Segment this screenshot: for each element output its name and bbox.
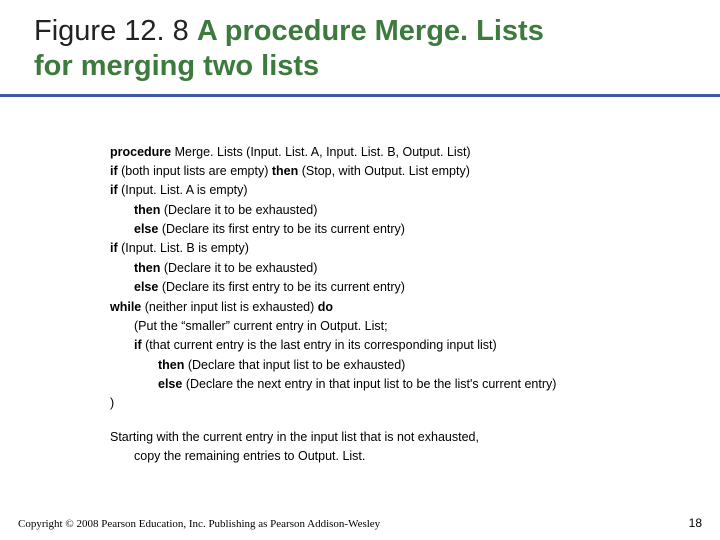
figure-title-line2: for merging two lists: [34, 49, 720, 84]
pseudocode-block: procedure Merge. Lists (Input. List. A, …: [110, 143, 720, 467]
code-line: else (Declare the next entry in that inp…: [110, 375, 720, 394]
code-note-a: Starting with the current entry in the i…: [110, 428, 720, 447]
code-line: if (Input. List. A is empty): [110, 181, 720, 200]
figure-title-line1: Figure 12. 8 A procedure Merge. Lists: [34, 14, 720, 49]
code-line: (Put the “smaller” current entry in Outp…: [110, 317, 720, 336]
code-line: else (Declare its first entry to be its …: [110, 220, 720, 239]
figure-title-a: A procedure Merge. Lists: [197, 15, 544, 47]
copyright-text: Copyright © 2008 Pearson Education, Inc.…: [18, 518, 380, 530]
figure-title-b: for merging two lists: [34, 50, 319, 82]
page-number: 18: [689, 516, 702, 530]
code-line: if (Input. List. B is empty): [110, 239, 720, 258]
code-note-b: copy the remaining entries to Output. Li…: [110, 447, 720, 466]
code-line: else (Declare its first entry to be its …: [110, 278, 720, 297]
figure-number: Figure 12. 8: [34, 15, 189, 47]
code-line: while (neither input list is exhausted) …: [110, 298, 720, 317]
code-line: then (Declare it to be exhausted): [110, 201, 720, 220]
code-line: then (Declare that input list to be exha…: [110, 356, 720, 375]
slide-header: Figure 12. 8 A procedure Merge. Lists fo…: [0, 0, 720, 97]
code-line: procedure Merge. Lists (Input. List. A, …: [110, 143, 720, 162]
slide-footer: Copyright © 2008 Pearson Education, Inc.…: [18, 516, 702, 530]
code-line: ): [110, 394, 720, 413]
code-line: if (both input lists are empty) then (St…: [110, 162, 720, 181]
code-line: if (that current entry is the last entry…: [110, 336, 720, 355]
code-line: then (Declare it to be exhausted): [110, 259, 720, 278]
